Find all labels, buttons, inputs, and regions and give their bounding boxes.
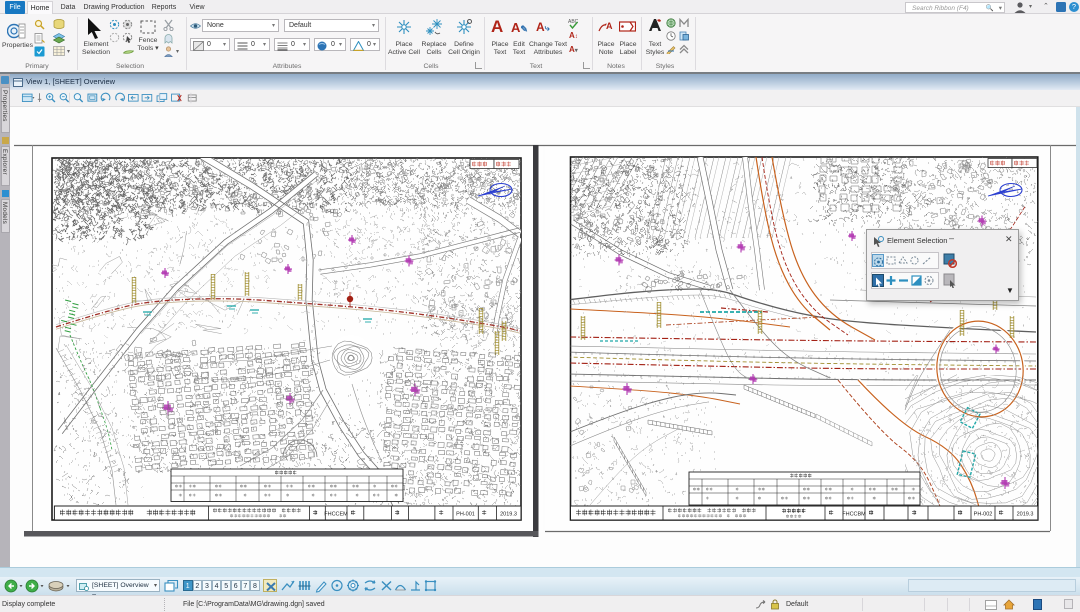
svg-text:PH-002: PH-002 — [974, 512, 993, 518]
svg-text:FHCCBM: FHCCBM — [842, 512, 866, 518]
svg-text:PH-001: PH-001 — [456, 512, 475, 518]
svg-text:2019.3: 2019.3 — [500, 512, 517, 518]
svg-text:2019.3: 2019.3 — [1017, 512, 1034, 518]
svg-text:A: A — [606, 21, 613, 31]
svg-text:FHCCEM: FHCCEM — [324, 512, 348, 518]
